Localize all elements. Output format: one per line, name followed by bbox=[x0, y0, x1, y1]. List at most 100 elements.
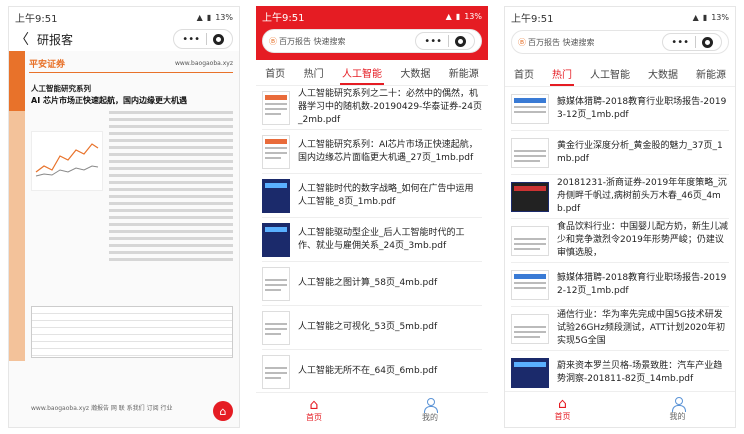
tab-big-data[interactable]: 大数据 bbox=[398, 61, 432, 84]
wifi-icon: ▲ bbox=[692, 12, 699, 22]
list-item[interactable]: 黄金行业深度分析_黄金股的魅力_37页_1mb.pdf bbox=[511, 131, 729, 175]
status-icons: ▲ ▮ 13% bbox=[197, 13, 233, 22]
report-thumbnail bbox=[262, 354, 290, 389]
user-icon bbox=[671, 397, 686, 412]
miniprogram-capsule: ••• bbox=[415, 32, 475, 50]
report-headline: AI 芯片市场正快速起航，国内边缘更大机遇 bbox=[31, 96, 187, 105]
report-body-text bbox=[109, 111, 233, 265]
report-title: 人工智能时代的数字战略_如何在广告中运用人工智能_8页_1mb.pdf bbox=[298, 183, 474, 207]
nav-me-label: 我的 bbox=[669, 412, 686, 421]
nav-home[interactable]: ⌂ 首页 bbox=[256, 393, 372, 428]
list-item[interactable]: 人工智能研究系列：AI芯片市场正快速起航，国内边缘芯片面临更大机遇_27页_1m… bbox=[262, 130, 482, 174]
search-placeholder: 百万报告 快速搜索 bbox=[279, 36, 346, 46]
tab-ai[interactable]: 人工智能 bbox=[588, 62, 632, 85]
status-bar: 上午9:51 ▲ ▮ 13% bbox=[9, 7, 239, 27]
report-chart bbox=[31, 131, 103, 191]
report-title: 人工智能研究系列：AI芯片市场正快速起航，国内边缘芯片面临更大机遇_27页_1m… bbox=[298, 139, 478, 163]
list-item[interactable]: 人工智能之可视化_53页_5mb.pdf bbox=[262, 306, 482, 350]
search-header: Ⓑ 百万报告 快速搜索 ••• bbox=[505, 27, 735, 61]
tab-hot[interactable]: 热门 bbox=[550, 62, 574, 86]
report-thumbnail bbox=[511, 269, 549, 300]
report-table bbox=[31, 306, 233, 358]
tab-ai[interactable]: 人工智能 bbox=[339, 61, 384, 85]
tab-hot[interactable]: 热门 bbox=[302, 61, 326, 84]
list-item[interactable]: 食品饮料行业：中国婴儿配方奶，新生儿减少和竞争激烈令2019年形势严峻；仍建议审… bbox=[511, 219, 729, 263]
tab-home[interactable]: 首页 bbox=[512, 62, 536, 85]
report-list: 人工智能研究系列之二十：必然中的偶然，机器学习中的随机数-20190429-华泰… bbox=[256, 86, 488, 394]
report-thumbnail bbox=[262, 178, 290, 213]
home-icon: ⌂ bbox=[309, 397, 319, 413]
report-site: www.baogaoba.xyz bbox=[174, 60, 233, 67]
category-tabs: 首页 热门 人工智能 大数据 新能源 bbox=[256, 60, 488, 86]
report-title: 蔚来资本罗兰贝格-场景致胜：汽车产业趋势洞察-201811-82页_14mb.p… bbox=[557, 360, 723, 384]
search-input[interactable]: Ⓑ 百万报告 快速搜索 ••• bbox=[262, 29, 482, 53]
report-title: 20181231-浙商证券-2019年年度策略_沉舟侧畔千帆过,病树前头万木春_… bbox=[557, 178, 727, 214]
stock-chart-graphic bbox=[35, 143, 99, 177]
miniprogram-capsule: ••• bbox=[662, 33, 722, 51]
list-item[interactable]: 通信行业：华为率先完成中国5G技术研发试验26GHz频段测试，ATT计划2020… bbox=[511, 307, 729, 351]
report-title: 人工智能无所不在_64页_6mb.pdf bbox=[298, 366, 438, 376]
list-item[interactable]: 蔚来资本罗兰贝格-场景致胜：汽车产业趋势洞察-201811-82页_14mb.p… bbox=[511, 351, 729, 395]
report-thumbnail bbox=[511, 93, 549, 124]
report-sidebar bbox=[9, 51, 25, 361]
navigation-bar: 〈 研报客 ••• bbox=[9, 27, 239, 51]
category-tabs: 首页 热门 人工智能 大数据 新能源 bbox=[505, 61, 735, 87]
home-fab-icon[interactable]: ⌂ bbox=[213, 401, 233, 421]
report-thumbnail bbox=[511, 313, 549, 344]
bottom-nav: ⌂ 首页 我的 bbox=[505, 391, 735, 427]
report-thumbnail bbox=[262, 90, 290, 125]
more-icon[interactable]: ••• bbox=[671, 37, 689, 48]
more-icon[interactable]: ••• bbox=[182, 34, 200, 45]
nav-me[interactable]: 我的 bbox=[620, 392, 735, 427]
battery-level: 13% bbox=[711, 12, 729, 22]
status-time: 上午9:51 bbox=[15, 13, 58, 25]
list-item[interactable]: 人工智能之图计算_58页_4mb.pdf bbox=[262, 262, 482, 306]
pdf-page-preview[interactable]: 平安证券 www.baogaoba.xyz 人工智能研究系列 AI 芯片市场正快… bbox=[9, 51, 239, 427]
user-icon bbox=[424, 398, 438, 413]
tab-new-energy[interactable]: 新能源 bbox=[447, 61, 481, 84]
wifi-icon: ▲ bbox=[196, 12, 203, 22]
close-miniprogram-icon[interactable] bbox=[702, 36, 713, 48]
close-miniprogram-icon[interactable] bbox=[455, 35, 466, 47]
nav-me[interactable]: 我的 bbox=[372, 393, 488, 428]
report-list: 鲸媒体猎聘-2018教育行业职场报告-20193-12页_1mb.pdf 黄金行… bbox=[505, 87, 735, 395]
report-thumbnail bbox=[511, 225, 549, 256]
bottom-nav: ⌂ 首页 我的 bbox=[256, 392, 488, 428]
back-icon[interactable]: 〈 bbox=[15, 29, 29, 49]
list-item[interactable]: 人工智能时代的数字战略_如何在广告中运用人工智能_8页_1mb.pdf bbox=[262, 174, 482, 218]
report-title: 鲸媒体猎聘-2018教育行业职场报告-20193-12页_1mb.pdf bbox=[557, 96, 727, 120]
report-title: 黄金行业深度分析_黄金股的魅力_37页_1mb.pdf bbox=[557, 140, 723, 164]
report-thumbnail bbox=[262, 310, 290, 345]
tab-new-energy[interactable]: 新能源 bbox=[694, 62, 728, 85]
list-item[interactable]: 人工智能驱动型企业_后人工智能时代的工作、就业与雇佣关系_24页_3mb.pdf bbox=[262, 218, 482, 262]
search-header: Ⓑ 百万报告 快速搜索 ••• bbox=[256, 26, 488, 60]
document-viewer-screen: 上午9:51 ▲ ▮ 13% 〈 研报客 ••• 平安证券 www.baogao… bbox=[8, 6, 240, 428]
search-placeholder: 百万报告 快速搜索 bbox=[528, 37, 595, 47]
report-title: 食品饮料行业：中国婴儿配方奶，新生儿减少和竞争激烈令2019年形势严峻；仍建议审… bbox=[557, 222, 729, 258]
nav-home-label: 首页 bbox=[554, 412, 571, 421]
status-time: 上午9:51 bbox=[262, 12, 305, 24]
home-icon: ⌂ bbox=[558, 396, 567, 412]
close-miniprogram-icon[interactable] bbox=[213, 33, 224, 45]
report-thumbnail bbox=[262, 222, 290, 257]
battery-icon: ▮ bbox=[206, 12, 212, 22]
list-item[interactable]: 鲸媒体猎聘-2018教育行业职场报告-20193-12页_1mb.pdf bbox=[511, 87, 729, 131]
tab-big-data[interactable]: 大数据 bbox=[646, 62, 680, 85]
list-item[interactable]: 鲸媒体猎聘-2018教育行业职场报告-20192-12页_1mb.pdf bbox=[511, 263, 729, 307]
search-input[interactable]: Ⓑ 百万报告 快速搜索 ••• bbox=[511, 30, 729, 54]
nav-home[interactable]: ⌂ 首页 bbox=[505, 392, 620, 427]
ai-category-screen: 上午9:51 ▲ ▮ 13% Ⓑ 百万报告 快速搜索 ••• 首页 热门 人工智… bbox=[256, 6, 488, 428]
list-item[interactable]: 人工智能无所不在_64页_6mb.pdf bbox=[262, 350, 482, 394]
report-title: 人工智能之可视化_53页_5mb.pdf bbox=[298, 322, 438, 332]
list-item[interactable]: 人工智能研究系列之二十：必然中的偶然，机器学习中的随机数-20190429-华泰… bbox=[262, 86, 482, 130]
more-icon[interactable]: ••• bbox=[424, 36, 442, 47]
page-title: 研报客 bbox=[37, 32, 74, 47]
tab-home[interactable]: 首页 bbox=[263, 61, 287, 84]
list-item[interactable]: 20181231-浙商证券-2019年年度策略_沉舟侧畔千帆过,病树前头万木春_… bbox=[511, 175, 729, 219]
report-title: 通信行业：华为率先完成中国5G技术研发试验26GHz频段测试，ATT计划2020… bbox=[557, 310, 726, 346]
battery-icon: ▮ bbox=[702, 12, 708, 22]
report-title: 人工智能之图计算_58页_4mb.pdf bbox=[298, 278, 438, 288]
report-thumbnail bbox=[511, 181, 549, 212]
report-thumbnail bbox=[511, 357, 549, 388]
report-thumbnail bbox=[262, 134, 290, 169]
